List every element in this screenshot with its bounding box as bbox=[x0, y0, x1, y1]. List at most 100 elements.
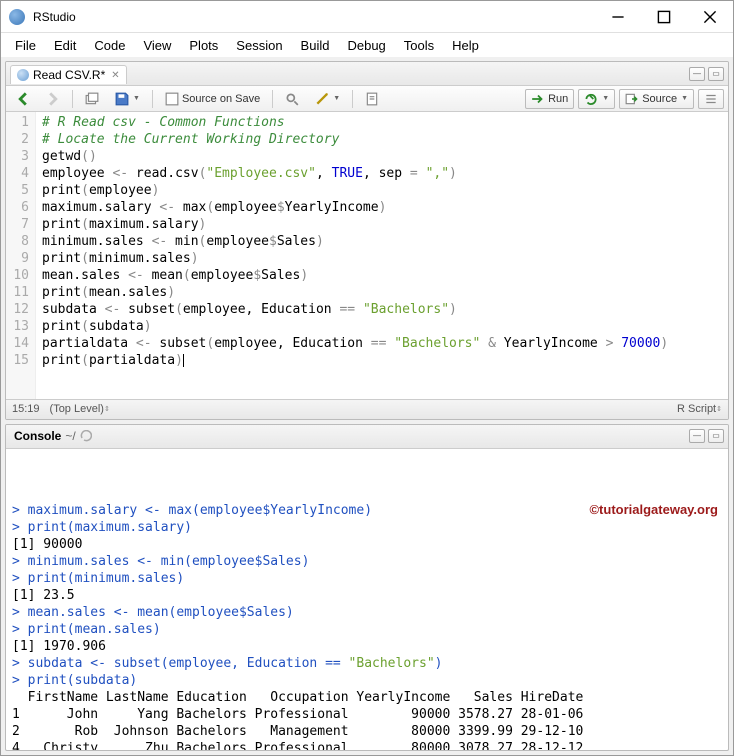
maximize-pane-button[interactable]: ▭ bbox=[708, 67, 724, 81]
source-button[interactable]: Source ▼ bbox=[619, 89, 694, 109]
menu-view[interactable]: View bbox=[135, 36, 179, 55]
code-line[interactable]: print(partialdata) bbox=[42, 352, 728, 369]
panes-area: Read CSV.R* ✕ — ▭ ▼ Source on Save ▼ bbox=[1, 57, 733, 755]
separator bbox=[72, 90, 73, 108]
menu-code[interactable]: Code bbox=[86, 36, 133, 55]
source-pane: Read CSV.R* ✕ — ▭ ▼ Source on Save ▼ bbox=[5, 61, 729, 420]
minimize-pane-button[interactable]: — bbox=[689, 429, 705, 443]
back-button[interactable] bbox=[10, 89, 36, 109]
outline-button[interactable] bbox=[698, 89, 724, 109]
code-line[interactable]: # Locate the Current Working Directory bbox=[42, 131, 728, 148]
compile-report-button[interactable] bbox=[359, 89, 385, 109]
source-tab-label: Read CSV.R* bbox=[33, 68, 105, 82]
updown-icon[interactable]: ⇕ bbox=[104, 405, 110, 413]
run-label: Run bbox=[548, 93, 568, 105]
console-line: FirstName LastName Education Occupation … bbox=[12, 689, 722, 706]
clear-console-icon[interactable] bbox=[80, 430, 92, 442]
menu-edit[interactable]: Edit bbox=[46, 36, 84, 55]
minimize-icon bbox=[611, 10, 625, 24]
menubar: FileEditCodeViewPlotsSessionBuildDebugTo… bbox=[1, 33, 733, 57]
source-pane-controls: — ▭ bbox=[689, 67, 724, 81]
checkbox-icon bbox=[165, 92, 179, 106]
source-label: Source bbox=[642, 93, 677, 105]
console-line: [1] 23.5 bbox=[12, 587, 722, 604]
menu-tools[interactable]: Tools bbox=[396, 36, 442, 55]
console-line: > subdata <- subset(employee, Education … bbox=[12, 655, 722, 672]
menu-plots[interactable]: Plots bbox=[181, 36, 226, 55]
window-title: RStudio bbox=[33, 10, 76, 24]
source-statusbar: 15:19 (Top Level) ⇕ R Script ⇕ bbox=[6, 399, 728, 419]
console-line: > minimum.sales <- min(employee$Sales) bbox=[12, 553, 722, 570]
cursor-position: 15:19 bbox=[12, 403, 40, 415]
rerun-icon bbox=[584, 92, 598, 106]
code-line[interactable]: employee <- read.csv("Employee.csv", TRU… bbox=[42, 165, 728, 182]
source-on-save-toggle[interactable]: Source on Save bbox=[159, 89, 266, 109]
code-line[interactable]: print(subdata) bbox=[42, 318, 728, 335]
code-line[interactable]: print(maximum.salary) bbox=[42, 216, 728, 233]
code-line[interactable]: getwd() bbox=[42, 148, 728, 165]
file-type-label[interactable]: R Script bbox=[677, 403, 716, 415]
maximize-icon bbox=[657, 10, 671, 24]
code-tools-button[interactable]: ▼ bbox=[309, 89, 346, 109]
show-in-window-button[interactable] bbox=[79, 89, 105, 109]
maximize-button[interactable] bbox=[641, 1, 687, 33]
menu-debug[interactable]: Debug bbox=[339, 36, 393, 55]
titlebar: RStudio bbox=[1, 1, 733, 33]
updown-icon[interactable]: ⇕ bbox=[716, 405, 722, 413]
watermark-text: ©tutorialgateway.org bbox=[589, 501, 718, 518]
code-line[interactable]: subdata <- subset(employee, Education ==… bbox=[42, 301, 728, 318]
console-line: > print(maximum.salary) bbox=[12, 519, 722, 536]
console-tab[interactable]: Console ~/ bbox=[10, 427, 96, 445]
arrow-left-icon bbox=[16, 92, 30, 106]
separator bbox=[152, 90, 153, 108]
console-tabbar: Console ~/ — ▭ bbox=[6, 425, 728, 449]
code-line[interactable]: # R Read csv - Common Functions bbox=[42, 114, 728, 131]
console-title: Console bbox=[14, 429, 61, 443]
popout-icon bbox=[85, 92, 99, 106]
maximize-pane-button[interactable]: ▭ bbox=[708, 429, 724, 443]
minimize-button[interactable] bbox=[595, 1, 641, 33]
source-tab[interactable]: Read CSV.R* ✕ bbox=[10, 65, 127, 84]
menu-help[interactable]: Help bbox=[444, 36, 487, 55]
app-icon bbox=[9, 9, 25, 25]
wand-icon bbox=[315, 92, 329, 106]
code-line[interactable]: print(minimum.sales) bbox=[42, 250, 728, 267]
console-line: > print(minimum.sales) bbox=[12, 570, 722, 587]
console-line: > mean.sales <- mean(employee$Sales) bbox=[12, 604, 722, 621]
menu-build[interactable]: Build bbox=[293, 36, 338, 55]
code-line[interactable]: partialdata <- subset(employee, Educatio… bbox=[42, 335, 728, 352]
run-icon bbox=[531, 92, 545, 106]
arrow-right-icon bbox=[46, 92, 60, 106]
menu-session[interactable]: Session bbox=[228, 36, 290, 55]
search-icon bbox=[285, 92, 299, 106]
source-editor[interactable]: 123456789101112131415 # R Read csv - Com… bbox=[6, 112, 728, 399]
console-line: > print(mean.sales) bbox=[12, 621, 722, 638]
console-line: > print(subdata) bbox=[12, 672, 722, 689]
outline-icon bbox=[704, 92, 718, 106]
run-button[interactable]: Run bbox=[525, 89, 574, 109]
save-button[interactable]: ▼ bbox=[109, 89, 146, 109]
code-line[interactable]: maximum.salary <- max(employee$YearlyInc… bbox=[42, 199, 728, 216]
separator bbox=[272, 90, 273, 108]
rerun-button[interactable]: ▼ bbox=[578, 89, 615, 109]
console-body[interactable]: ©tutorialgateway.org > maximum.salary <-… bbox=[6, 449, 728, 750]
minimize-pane-button[interactable]: — bbox=[689, 67, 705, 81]
source-toolbar: ▼ Source on Save ▼ Run ▼ bbox=[6, 86, 728, 112]
toolbar-right: Run ▼ Source ▼ bbox=[525, 89, 724, 109]
console-pane-controls: — ▭ bbox=[689, 429, 724, 443]
code-line[interactable]: minimum.sales <- min(employee$Sales) bbox=[42, 233, 728, 250]
code-line[interactable]: print(employee) bbox=[42, 182, 728, 199]
close-tab-icon[interactable]: ✕ bbox=[111, 70, 119, 81]
code-area[interactable]: # R Read csv - Common Functions# Locate … bbox=[36, 112, 728, 399]
source-icon bbox=[625, 92, 639, 106]
close-button[interactable] bbox=[687, 1, 733, 33]
menu-file[interactable]: File bbox=[7, 36, 44, 55]
console-line: 4 Christy Zhu Bachelors Professional 800… bbox=[12, 740, 722, 750]
forward-button[interactable] bbox=[40, 89, 66, 109]
close-icon bbox=[703, 10, 717, 24]
scope-label[interactable]: (Top Level) bbox=[50, 403, 104, 415]
console-line: 2 Rob Johnson Bachelors Management 80000… bbox=[12, 723, 722, 740]
code-line[interactable]: print(mean.sales) bbox=[42, 284, 728, 301]
find-replace-button[interactable] bbox=[279, 89, 305, 109]
code-line[interactable]: mean.sales <- mean(employee$Sales) bbox=[42, 267, 728, 284]
